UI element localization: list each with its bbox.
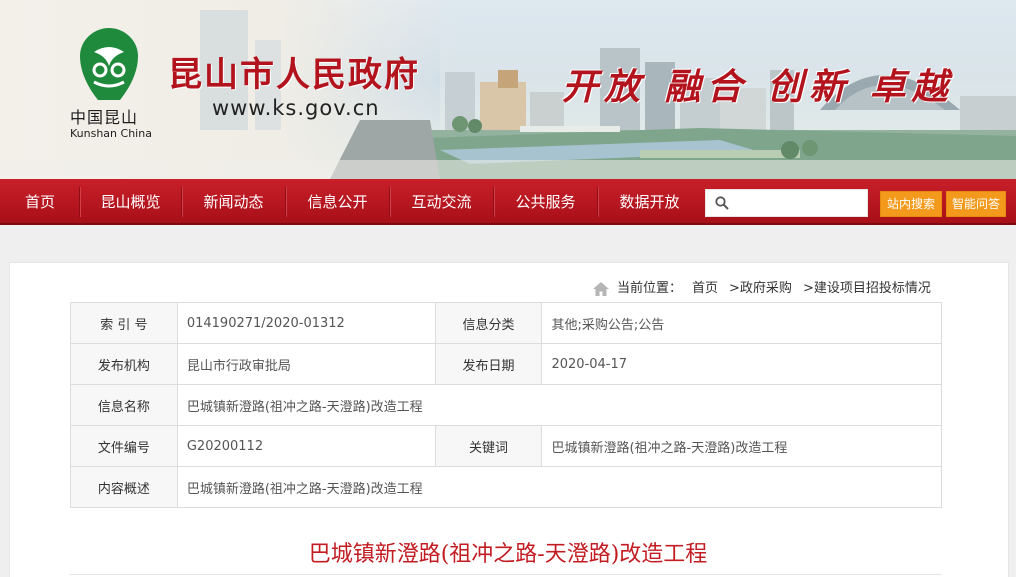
nav-item-public-service[interactable]: 公共服务 xyxy=(494,179,597,225)
table-row: 信息名称 巴城镇新澄路(祖冲之路-天澄路)改造工程 xyxy=(70,384,943,426)
index-label: 索 引 号 xyxy=(70,302,178,344)
nav-item-home[interactable]: 首页 xyxy=(0,179,80,225)
slogan: 开放 融合 创新 卓越 xyxy=(562,66,954,108)
breadcrumb-prefix: 当前位置： xyxy=(617,281,683,296)
table-row: 索 引 号 014190271/2020-01312 信息分类 其他;采购公告;… xyxy=(70,302,942,344)
docno-label: 文件编号 xyxy=(70,425,178,467)
keyword-label: 关键词 xyxy=(434,425,543,467)
title-divider xyxy=(70,574,942,575)
search-icon[interactable] xyxy=(715,196,729,210)
nav-item-overview[interactable]: 昆山概览 xyxy=(80,179,181,225)
date-value: 2020-04-17 xyxy=(541,343,942,385)
smart-qa-button[interactable]: 智能问答 xyxy=(946,191,1006,217)
summary-value: 巴城镇新澄路(祖冲之路-天澄路)改造工程 xyxy=(176,466,943,508)
site-search-button[interactable]: 站内搜索 xyxy=(880,191,942,217)
nav-item-disclosure[interactable]: 信息公开 xyxy=(286,179,389,225)
date-label: 发布日期 xyxy=(434,343,543,385)
logo-text-cn: 中国昆山 xyxy=(70,108,139,127)
table-row: 发布机构 昆山市行政审批局 发布日期 2020-04-17 xyxy=(70,343,942,385)
category-value: 其他;采购公告;公告 xyxy=(541,302,942,344)
main-nav: 首页 昆山概览 新闻动态 信息公开 互动交流 公共服务 数据开放 站内搜索 智能… xyxy=(0,179,1016,225)
summary-label: 内容概述 xyxy=(70,466,178,508)
publisher-label: 发布机构 xyxy=(70,343,178,385)
nav-item-interaction[interactable]: 互动交流 xyxy=(390,179,493,225)
site-url: www.ks.gov.cn xyxy=(212,96,380,120)
name-value: 巴城镇新澄路(祖冲之路-天澄路)改造工程 xyxy=(176,384,943,426)
search-input[interactable] xyxy=(736,193,864,215)
nav-item-news[interactable]: 新闻动态 xyxy=(182,179,285,225)
site-title: 昆山市人民政府 xyxy=(168,55,420,95)
search-box xyxy=(705,189,868,217)
nav-item-open-data[interactable]: 数据开放 xyxy=(598,179,701,225)
home-icon xyxy=(593,282,609,296)
kunshan-emblem-icon xyxy=(80,28,138,100)
publisher-value: 昆山市行政审批局 xyxy=(176,343,436,385)
info-table: 索 引 号 014190271/2020-01312 信息分类 其他;采购公告;… xyxy=(70,302,943,508)
breadcrumb-item-home[interactable]: 首页 xyxy=(692,279,718,299)
index-value: 014190271/2020-01312 xyxy=(176,302,436,344)
keyword-value: 巴城镇新澄路(祖冲之路-天澄路)改造工程 xyxy=(541,425,942,467)
table-row: 文件编号 G20200112 关键词 巴城镇新澄路(祖冲之路-天澄路)改造工程 xyxy=(70,425,942,467)
breadcrumb-item-bidding[interactable]: >建设项目招投标情况 xyxy=(803,279,931,299)
name-label: 信息名称 xyxy=(70,384,178,426)
header-banner: 中国昆山 Kunshan China 昆山市人民政府 www.ks.gov.cn… xyxy=(0,0,1016,179)
category-label: 信息分类 xyxy=(434,302,543,344)
document-title: 巴城镇新澄路(祖冲之路-天澄路)改造工程 xyxy=(308,542,708,567)
breadcrumb-item-procurement[interactable]: >政府采购 xyxy=(729,279,792,299)
table-row: 内容概述 巴城镇新澄路(祖冲之路-天澄路)改造工程 xyxy=(70,466,943,508)
logo-text-en: Kunshan China xyxy=(70,127,152,140)
docno-value: G20200112 xyxy=(176,425,436,467)
